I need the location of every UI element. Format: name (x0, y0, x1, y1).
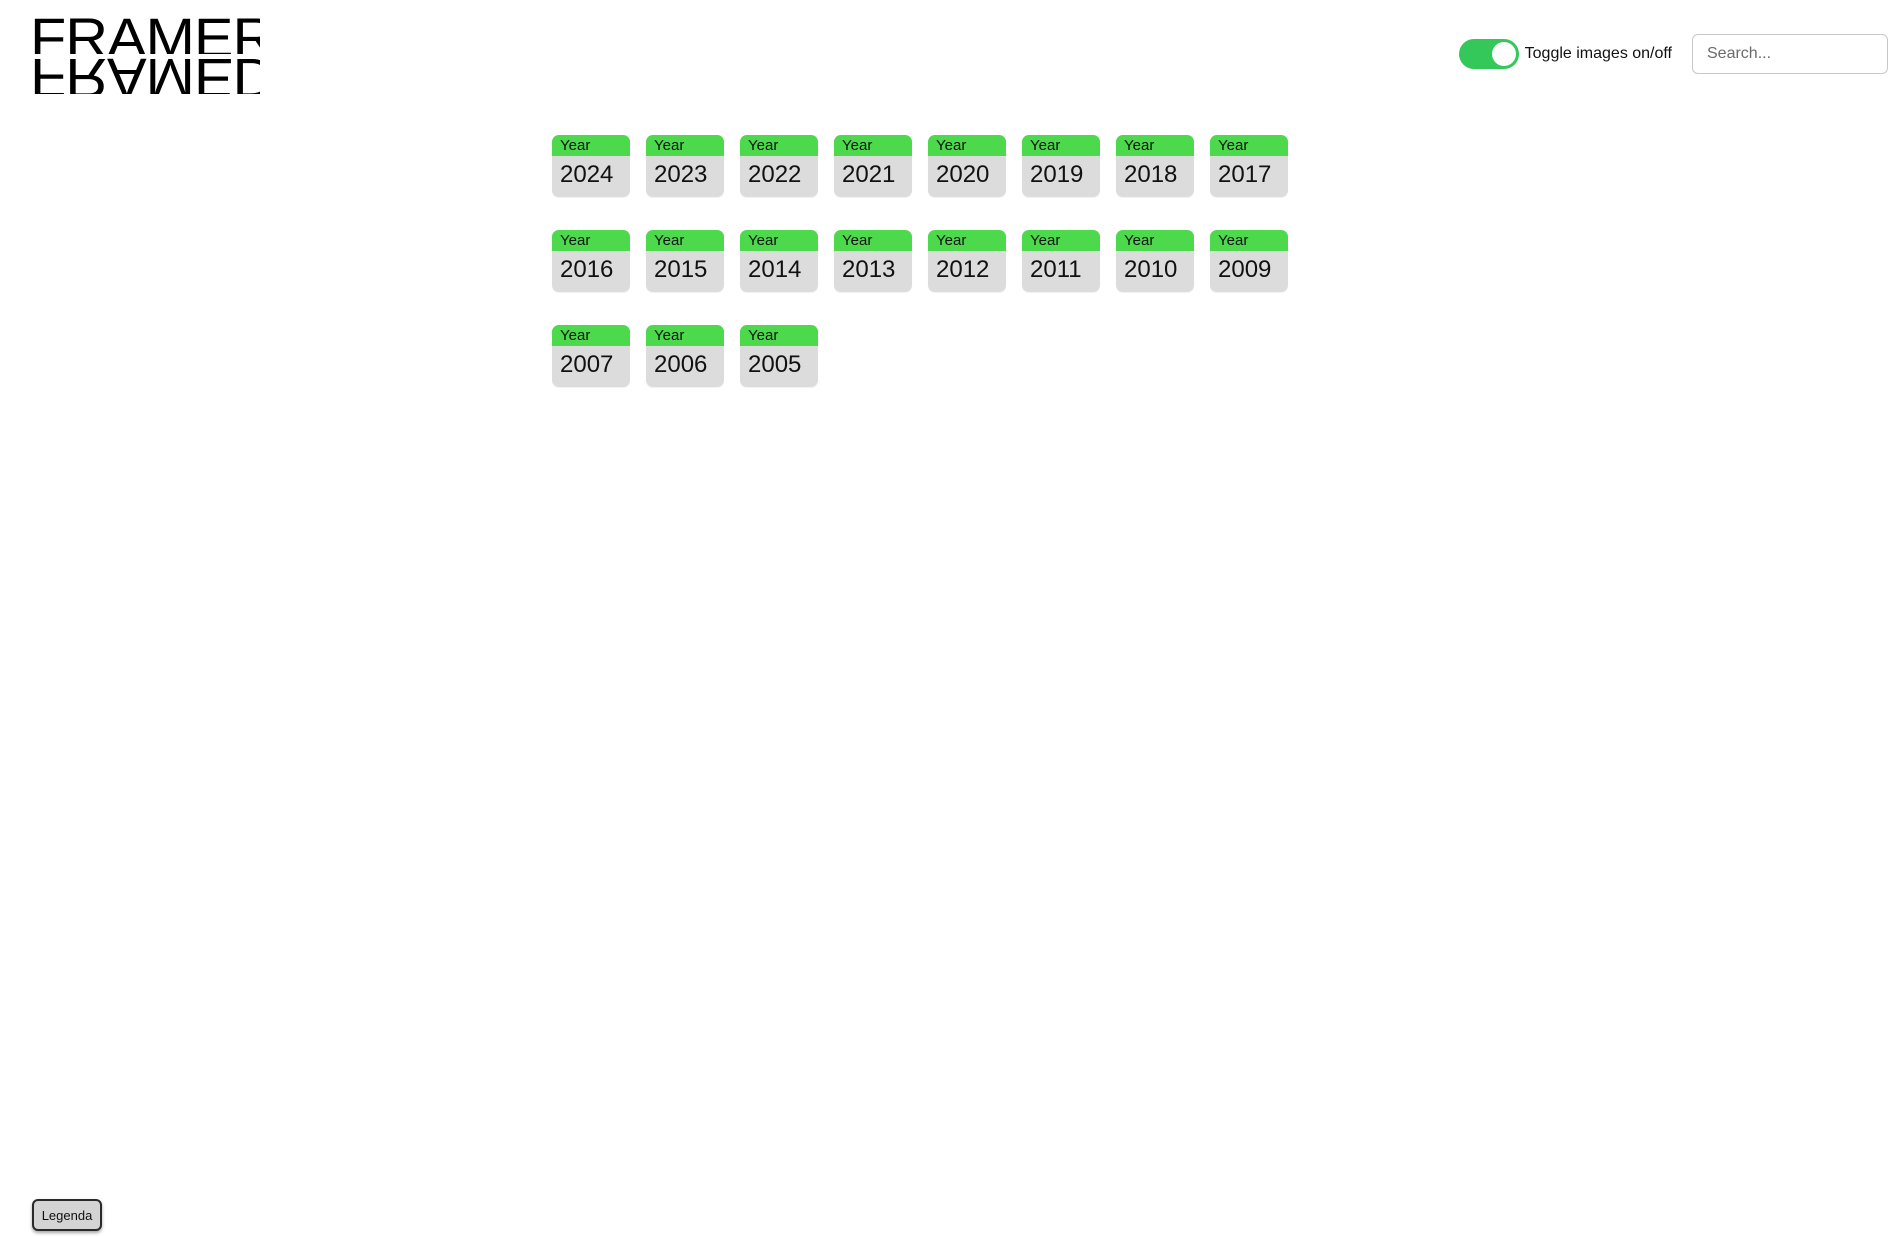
year-card-value: 2009 (1218, 256, 1272, 283)
year-card-value: 2006 (654, 351, 708, 378)
year-card-2016[interactable]: Year 2016 (552, 230, 630, 292)
year-card-2023[interactable]: Year 2023 (646, 135, 724, 197)
images-toggle-switch[interactable] (1458, 39, 1519, 69)
year-card-2009[interactable]: Year 2009 (1210, 230, 1288, 292)
year-card-value: 2021 (842, 161, 896, 188)
year-card-label: Year (740, 135, 818, 156)
year-card-2019[interactable]: Year 2019 (1022, 135, 1100, 197)
year-card-2015[interactable]: Year 2015 (646, 230, 724, 292)
year-card-value: 2012 (936, 256, 990, 283)
year-card-2018[interactable]: Year 2018 (1116, 135, 1194, 197)
year-card-2007[interactable]: Year 2007 (552, 325, 630, 387)
year-card-2013[interactable]: Year 2013 (834, 230, 912, 292)
year-card-value: 2024 (560, 161, 614, 188)
toggle-knob (1491, 42, 1516, 66)
year-card-label: Year (552, 325, 630, 346)
year-card-value: 2016 (560, 256, 614, 283)
year-card-value: 2013 (842, 256, 896, 283)
legenda-button[interactable]: Legenda (32, 1199, 102, 1231)
header-controls: Toggle images on/off (1458, 34, 1888, 74)
year-card-label: Year (552, 230, 630, 251)
framer-framed-logo[interactable]: FRAMER FRAMED (30, 10, 260, 94)
year-card-label: Year (834, 230, 912, 251)
year-card-value: 2020 (936, 161, 990, 188)
year-card-value: 2022 (748, 161, 802, 188)
year-card-value: 2015 (654, 256, 708, 283)
year-card-label: Year (740, 325, 818, 346)
year-card-label: Year (552, 135, 630, 156)
year-card-label: Year (646, 230, 724, 251)
search-input[interactable] (1692, 34, 1888, 74)
year-card-value: 2007 (560, 351, 614, 378)
year-card-label: Year (646, 325, 724, 346)
year-card-2012[interactable]: Year 2012 (928, 230, 1006, 292)
year-card-label: Year (1210, 230, 1288, 251)
year-card-label: Year (928, 135, 1006, 156)
year-card-2014[interactable]: Year 2014 (740, 230, 818, 292)
year-card-value: 2011 (1030, 256, 1082, 283)
year-grid: Year 2024 Year 2023 Year 2022 Year 2021 Year 2020… (552, 135, 1312, 387)
year-card-2006[interactable]: Year 2006 (646, 325, 724, 387)
year-card-label: Year (646, 135, 724, 156)
year-card-label: Year (1022, 230, 1100, 251)
year-card-label: Year (1116, 230, 1194, 251)
year-card-label: Year (834, 135, 912, 156)
year-card-label: Year (740, 230, 818, 251)
page: FRAMER FRAMED Toggle images on/off Year 2… (0, 0, 1900, 1237)
year-card-value: 2019 (1030, 161, 1084, 188)
year-card-value: 2010 (1124, 256, 1178, 283)
year-card-2024[interactable]: Year 2024 (552, 135, 630, 197)
year-card-label: Year (1022, 135, 1100, 156)
year-card-label: Year (1116, 135, 1194, 156)
logo-mirrored-text: FRAMED (30, 50, 260, 94)
toggle-images-label: Toggle images on/off (1524, 45, 1672, 62)
year-card-label: Year (1210, 135, 1288, 156)
year-card-2005[interactable]: Year 2005 (740, 325, 818, 387)
year-card-value: 2005 (748, 351, 802, 378)
year-card-label: Year (928, 230, 1006, 251)
year-card-2011[interactable]: Year 2011 (1022, 230, 1100, 292)
year-card-value: 2018 (1124, 161, 1178, 188)
logo-top-text: FRAMER (30, 10, 260, 54)
year-card-2022[interactable]: Year 2022 (740, 135, 818, 197)
year-card-2020[interactable]: Year 2020 (928, 135, 1006, 197)
year-card-value: 2023 (654, 161, 708, 188)
year-card-2010[interactable]: Year 2010 (1116, 230, 1194, 292)
year-card-value: 2017 (1218, 161, 1272, 188)
year-card-2017[interactable]: Year 2017 (1210, 135, 1288, 197)
year-card-2021[interactable]: Year 2021 (834, 135, 912, 197)
year-card-value: 2014 (748, 256, 802, 283)
